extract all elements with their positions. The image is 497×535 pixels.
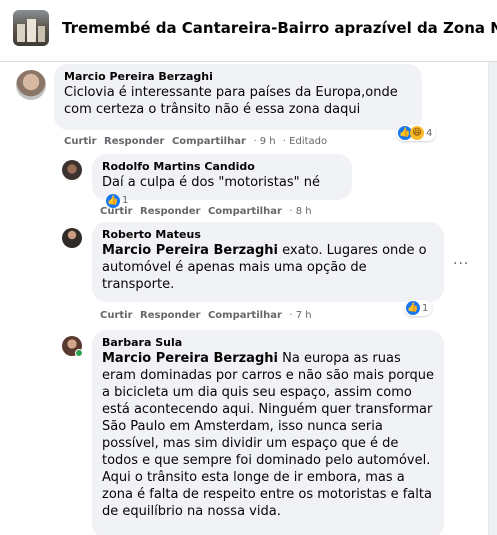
comment-author[interactable]: Barbara Sula bbox=[102, 336, 434, 350]
like-button[interactable]: Curtir bbox=[100, 206, 133, 217]
avatar[interactable] bbox=[62, 160, 82, 180]
mention-link[interactable]: Marcio Pereira Berzaghi bbox=[102, 351, 278, 366]
group-header: Tremembé da Cantareira-Bairro aprazível … bbox=[0, 0, 497, 62]
comment-text: Marcio Pereira Berzaghi exato. Lugares o… bbox=[102, 243, 427, 292]
comment-time[interactable]: 9 h bbox=[260, 136, 276, 147]
comment-actions: Curtir Responder Compartilhar · 7 h bbox=[100, 310, 312, 321]
comment-actions: Curtir Responder Compartilhar · 8 h bbox=[100, 206, 312, 217]
comment-text: Daí a culpa é dos "motoristas" né 👍 1 bbox=[102, 174, 342, 210]
online-status-indicator bbox=[75, 349, 83, 357]
reaction-count: 4 bbox=[426, 127, 433, 139]
share-button[interactable]: Compartilhar bbox=[208, 310, 282, 321]
reaction-count: 1 bbox=[422, 302, 429, 314]
share-button[interactable]: Compartilhar bbox=[208, 206, 282, 217]
share-button[interactable]: Compartilhar bbox=[172, 136, 246, 147]
haha-icon: 😆 bbox=[410, 126, 424, 140]
comment-text: Marcio Pereira Berzaghi Na europa as rua… bbox=[102, 351, 434, 468]
like-button[interactable]: Curtir bbox=[64, 136, 97, 147]
comment-bubble: Barbara Sula Marcio Pereira Berzaghi Na … bbox=[92, 330, 444, 535]
reaction-summary[interactable]: 👍 1 bbox=[404, 300, 433, 316]
comment-author[interactable]: Marcio Pereira Berzaghi bbox=[64, 70, 412, 84]
comment-time[interactable]: 8 h bbox=[296, 206, 312, 217]
comment-bubble: Marcio Pereira Berzaghi Ciclovia é inter… bbox=[54, 64, 422, 130]
comment-author[interactable]: Rodolfo Martins Candido bbox=[102, 160, 342, 174]
mention-link[interactable]: Marcio Pereira Berzaghi bbox=[102, 243, 278, 258]
comment-bubble: Rodolfo Martins Candido Daí a culpa é do… bbox=[92, 154, 352, 208]
comment-text-paragraph: Aqui o trânsito esta longe de ir embora,… bbox=[102, 470, 432, 519]
comment-time[interactable]: 7 h bbox=[296, 310, 312, 321]
avatar[interactable] bbox=[16, 70, 46, 100]
group-title[interactable]: Tremembé da Cantareira-Bairro aprazível … bbox=[62, 19, 497, 37]
group-cover-thumbnail[interactable] bbox=[13, 10, 49, 46]
avatar[interactable] bbox=[62, 228, 82, 248]
like-icon: 👍 bbox=[406, 301, 420, 315]
comment-bubble: Roberto Mateus Marcio Pereira Berzaghi e… bbox=[92, 222, 444, 302]
comment-actions: Curtir Responder Compartilhar · 9 h · Ed… bbox=[64, 136, 328, 147]
reply-button[interactable]: Responder bbox=[140, 206, 200, 217]
reply-button[interactable]: Responder bbox=[140, 310, 200, 321]
edited-label: Editado bbox=[289, 136, 328, 147]
comment-author[interactable]: Roberto Mateus bbox=[102, 228, 434, 242]
like-button[interactable]: Curtir bbox=[100, 310, 133, 321]
reaction-summary[interactable]: 👍 😆 4 bbox=[396, 125, 437, 141]
more-options-icon[interactable]: ··· bbox=[453, 256, 469, 272]
scrollbar[interactable] bbox=[488, 62, 497, 535]
comment-text: Ciclovia é interessante para países da E… bbox=[64, 85, 398, 117]
reply-button[interactable]: Responder bbox=[104, 136, 164, 147]
